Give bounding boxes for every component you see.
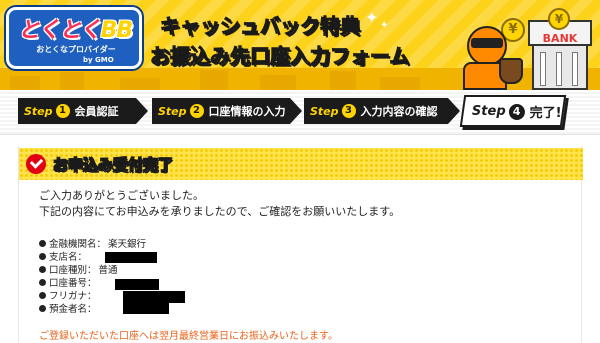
step-4-current: Step 4 完了! bbox=[459, 95, 567, 127]
detail-label: 預金者名： bbox=[49, 304, 97, 315]
step-arrow-icon bbox=[136, 98, 148, 124]
step-label: 会員認証 bbox=[74, 105, 119, 118]
detail-label: 金融機関名： bbox=[49, 239, 107, 250]
detail-value: 普通 bbox=[98, 265, 118, 276]
detail-row-account-number: 口座番号： bbox=[39, 277, 439, 290]
detail-label: 口座種別： bbox=[49, 265, 97, 276]
step-number: 2 bbox=[189, 104, 204, 118]
page-title-line1: キャッシュバック特典 bbox=[160, 14, 361, 39]
mascot-visor bbox=[471, 38, 503, 48]
step-prefix: Step bbox=[310, 104, 339, 118]
bullet-icon bbox=[39, 292, 46, 299]
step-1: Step 1 会員認証 bbox=[18, 98, 148, 124]
logo-wordmark: とくとくBB bbox=[17, 18, 133, 43]
bullet-icon bbox=[39, 253, 46, 260]
bank-illustration: BANK ¥ bbox=[528, 8, 592, 90]
logo-tagline: おとくなプロバイダー bbox=[36, 45, 116, 54]
thank-you-line1: ご入力ありがとうございました。 bbox=[39, 189, 204, 202]
step-number: 4 bbox=[508, 103, 525, 119]
step-label: 口座情報の入力 bbox=[208, 105, 286, 118]
page-title-line2: お振込み先口座入力フォーム bbox=[149, 44, 410, 69]
bank-column bbox=[572, 52, 578, 86]
step-prefix: Step bbox=[24, 104, 53, 118]
step-label: 完了! bbox=[529, 105, 562, 121]
redacted-value bbox=[105, 252, 157, 263]
page-header: とくとくBB おとくなプロバイダー by GMO キャッシュバック特典 お振込み… bbox=[0, 0, 600, 90]
detail-row-account-type: 口座種別： 普通 bbox=[39, 264, 439, 277]
site-logo[interactable]: とくとくBB おとくなプロバイダー by GMO bbox=[6, 7, 142, 69]
bullet-icon bbox=[39, 266, 46, 273]
completion-panel: お申込み受付完了 ご入力ありがとうございました。 下記の内容にてお申込みを承りま… bbox=[18, 146, 583, 343]
bullet-icon bbox=[39, 305, 46, 312]
detail-value: 楽天銀行 bbox=[108, 239, 147, 250]
step-label: 入力内容の確認 bbox=[360, 105, 438, 118]
detail-label: 口座番号： bbox=[49, 278, 97, 289]
step-number: 1 bbox=[55, 104, 70, 118]
thank-you-line2: 下記の内容にてお申込みを承りましたので、ご確認をお願いいたします。 bbox=[39, 205, 401, 218]
step-progress: Step 1 会員認証 Step 2 口座情報の入力 Step 3 入力内容の確… bbox=[0, 90, 600, 135]
redacted-value bbox=[115, 279, 159, 290]
detail-row-holder-name: 預金者名： bbox=[39, 302, 439, 316]
step-2: Step 2 口座情報の入力 bbox=[152, 98, 302, 124]
check-icon bbox=[26, 154, 46, 174]
bullet-icon bbox=[39, 240, 46, 247]
step-arrow-icon bbox=[448, 98, 460, 124]
detail-row-furigana: フリガナ： bbox=[39, 290, 439, 303]
section-header: お申込み受付完了 bbox=[19, 148, 583, 180]
bank-column bbox=[556, 52, 562, 86]
step-number: 3 bbox=[341, 104, 356, 118]
section-title: お申込み受付完了 bbox=[53, 156, 174, 175]
mascot-illustration: ¥ bbox=[453, 18, 531, 90]
detail-label: 支店名： bbox=[49, 252, 88, 263]
step-prefix: Step bbox=[158, 104, 187, 118]
yen-coin-icon: ¥ bbox=[548, 8, 570, 30]
step-3: Step 3 入力内容の確認 bbox=[304, 98, 460, 124]
thank-you-message: ご入力ありがとうございました。 下記の内容にてお申込みを承りましたので、ご確認を… bbox=[39, 188, 400, 220]
bank-label: BANK bbox=[542, 32, 578, 45]
bank-column bbox=[540, 52, 546, 86]
detail-label: フリガナ： bbox=[49, 291, 97, 302]
step-prefix: Step bbox=[472, 103, 506, 119]
detail-row-branch: 支店名： bbox=[39, 251, 439, 264]
step-arrow-icon bbox=[290, 98, 302, 124]
sparkle-icon: ✦ bbox=[365, 8, 379, 27]
transfer-notice: ご登録いただいた口座へは翌月最終営業日にお振込みいたします。 bbox=[39, 331, 338, 342]
money-bag-icon bbox=[499, 58, 523, 84]
sparkle-icon: ✦ bbox=[380, 20, 389, 31]
account-details-list: 金融機関名： 楽天銀行 支店名： 口座種別： 普通 口座番号： フリガナ： 預金者名… bbox=[39, 238, 439, 316]
detail-row-bank-name: 金融機関名： 楽天銀行 bbox=[39, 238, 439, 251]
bullet-icon bbox=[39, 279, 46, 286]
logo-company: by GMO bbox=[83, 56, 114, 64]
redacted-value bbox=[123, 302, 169, 314]
